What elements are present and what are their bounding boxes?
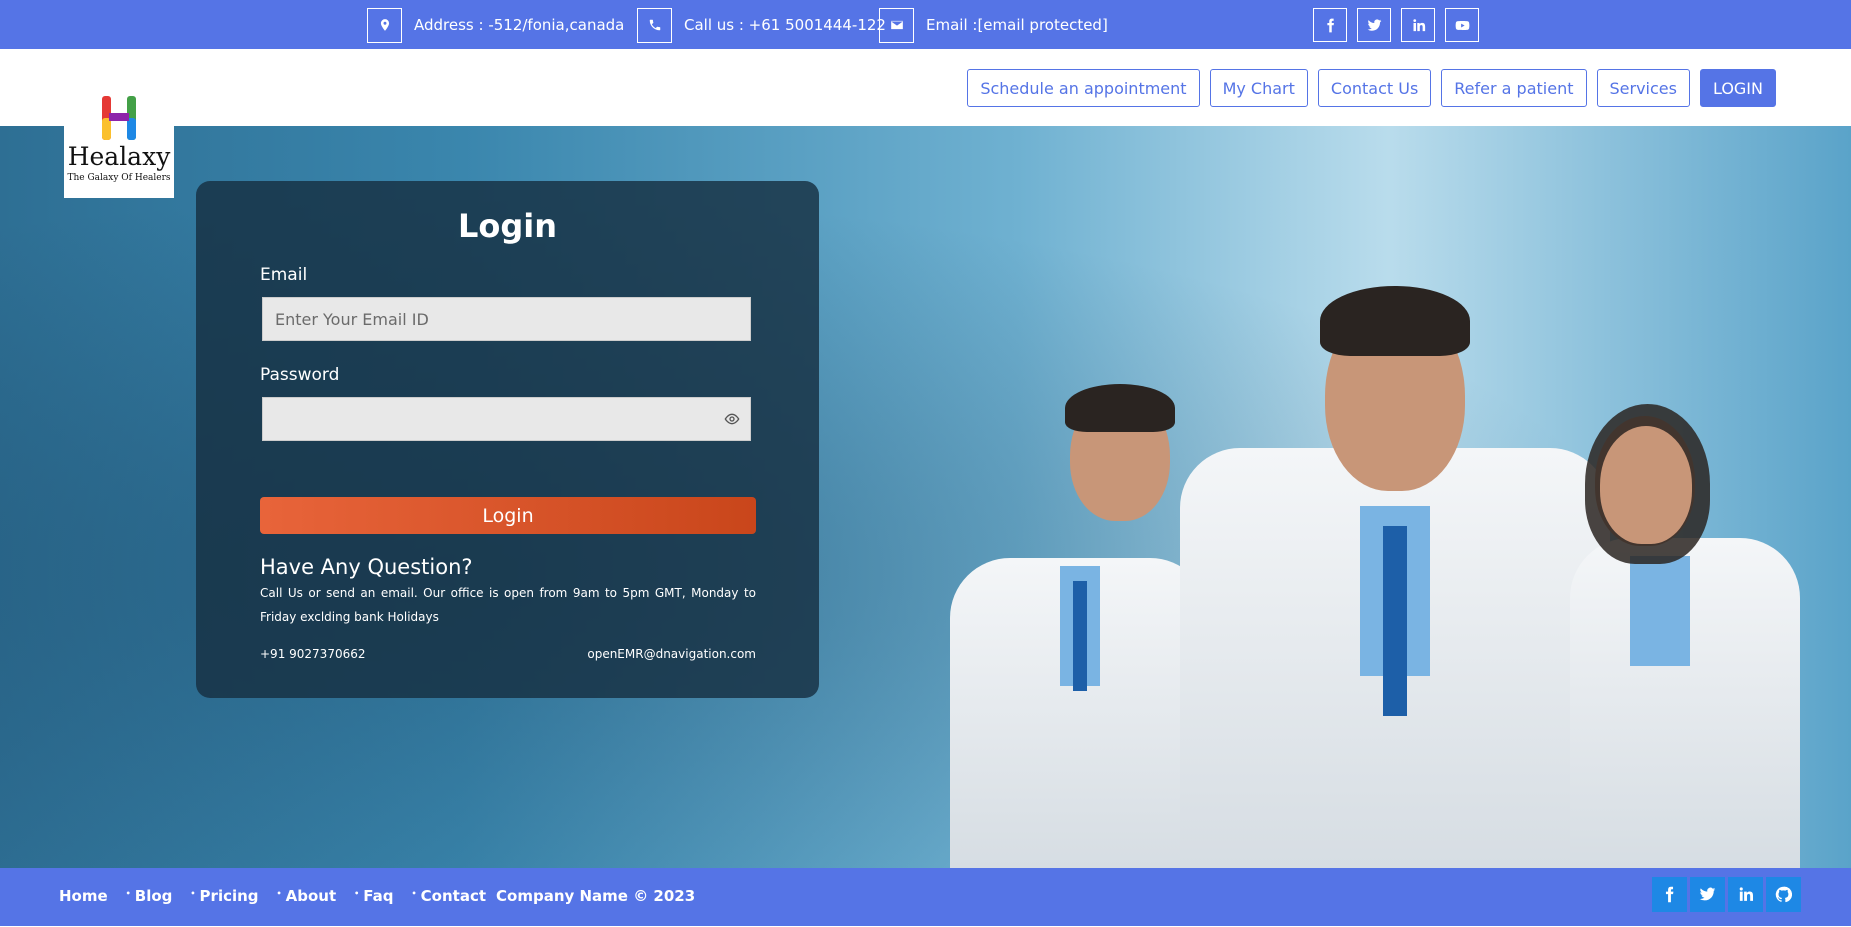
- dot-separator: •: [190, 888, 196, 898]
- contact-phone[interactable]: +91 9027370662: [260, 647, 366, 661]
- email-placeholder: Enter Your Email ID: [275, 309, 429, 329]
- question-title: Have Any Question?: [260, 555, 473, 579]
- phone-text: Call us : +61 5001444-122: [684, 16, 886, 34]
- footer-github-icon[interactable]: [1766, 877, 1801, 912]
- dot-separator: •: [411, 888, 417, 898]
- contact-us-button[interactable]: Contact Us: [1317, 69, 1432, 107]
- address-text: Address : -512/fonia,canada: [414, 16, 625, 34]
- envelope-icon: [879, 7, 914, 43]
- dot-separator: •: [125, 888, 131, 898]
- email-text: Email :[email protected]: [926, 16, 1108, 34]
- top-bar: Address : -512/fonia,canada Call us : +6…: [0, 0, 1851, 49]
- footer-link-contact[interactable]: Contact: [421, 887, 486, 905]
- my-chart-button[interactable]: My Chart: [1209, 69, 1308, 107]
- footer-links: Home • Blog • Pricing • About • Faq • Co…: [59, 887, 695, 905]
- question-text: Call Us or send an email. Our office is …: [260, 586, 756, 624]
- youtube-icon[interactable]: [1445, 8, 1479, 42]
- footer-link-home[interactable]: Home: [59, 887, 108, 905]
- brand-name: Healaxy: [67, 142, 171, 171]
- login-card: Login Email Enter Your Email ID Password…: [196, 181, 819, 698]
- schedule-appointment-button[interactable]: Schedule an appointment: [967, 69, 1200, 107]
- phone-icon: [637, 7, 672, 43]
- copyright-text: Company Name © 2023: [496, 887, 696, 905]
- logo-mark: [99, 94, 139, 142]
- map-marker-icon: [367, 7, 402, 43]
- address-item: Address : -512/fonia,canada: [367, 7, 625, 43]
- footer-link-pricing[interactable]: Pricing: [200, 887, 259, 905]
- footer-link-blog[interactable]: Blog: [135, 887, 173, 905]
- footer-link-faq[interactable]: Faq: [363, 887, 393, 905]
- brand-logo[interactable]: Healaxy The Galaxy Of Healers: [64, 90, 174, 198]
- facebook-icon[interactable]: [1313, 8, 1347, 42]
- contact-email[interactable]: openEMR@dnavigation.com: [587, 647, 756, 661]
- footer-linkedin-icon[interactable]: [1728, 877, 1763, 912]
- login-submit-button[interactable]: Login: [260, 497, 756, 534]
- linkedin-icon[interactable]: [1401, 8, 1435, 42]
- email-label: Email: [260, 265, 308, 285]
- refer-patient-button[interactable]: Refer a patient: [1441, 69, 1587, 107]
- nav-login-button[interactable]: LOGIN: [1699, 69, 1776, 107]
- login-title: Login: [457, 207, 558, 245]
- dot-separator: •: [354, 888, 360, 898]
- dot-separator: •: [276, 888, 282, 898]
- eye-icon[interactable]: [724, 412, 740, 426]
- footer: Home • Blog • Pricing • About • Faq • Co…: [0, 868, 1851, 926]
- password-label: Password: [260, 365, 340, 385]
- password-input[interactable]: [262, 397, 751, 441]
- services-button[interactable]: Services: [1596, 69, 1690, 107]
- footer-facebook-icon[interactable]: [1652, 877, 1687, 912]
- email-input[interactable]: Enter Your Email ID: [262, 297, 751, 341]
- footer-link-about[interactable]: About: [286, 887, 337, 905]
- twitter-icon[interactable]: [1357, 8, 1391, 42]
- email-item: Email :[email protected]: [879, 7, 1108, 43]
- footer-twitter-icon[interactable]: [1690, 877, 1725, 912]
- main-nav: Schedule an appointment My Chart Contact…: [967, 69, 1776, 107]
- brand-tagline: The Galaxy Of Healers: [67, 173, 171, 183]
- phone-item: Call us : +61 5001444-122: [637, 7, 886, 43]
